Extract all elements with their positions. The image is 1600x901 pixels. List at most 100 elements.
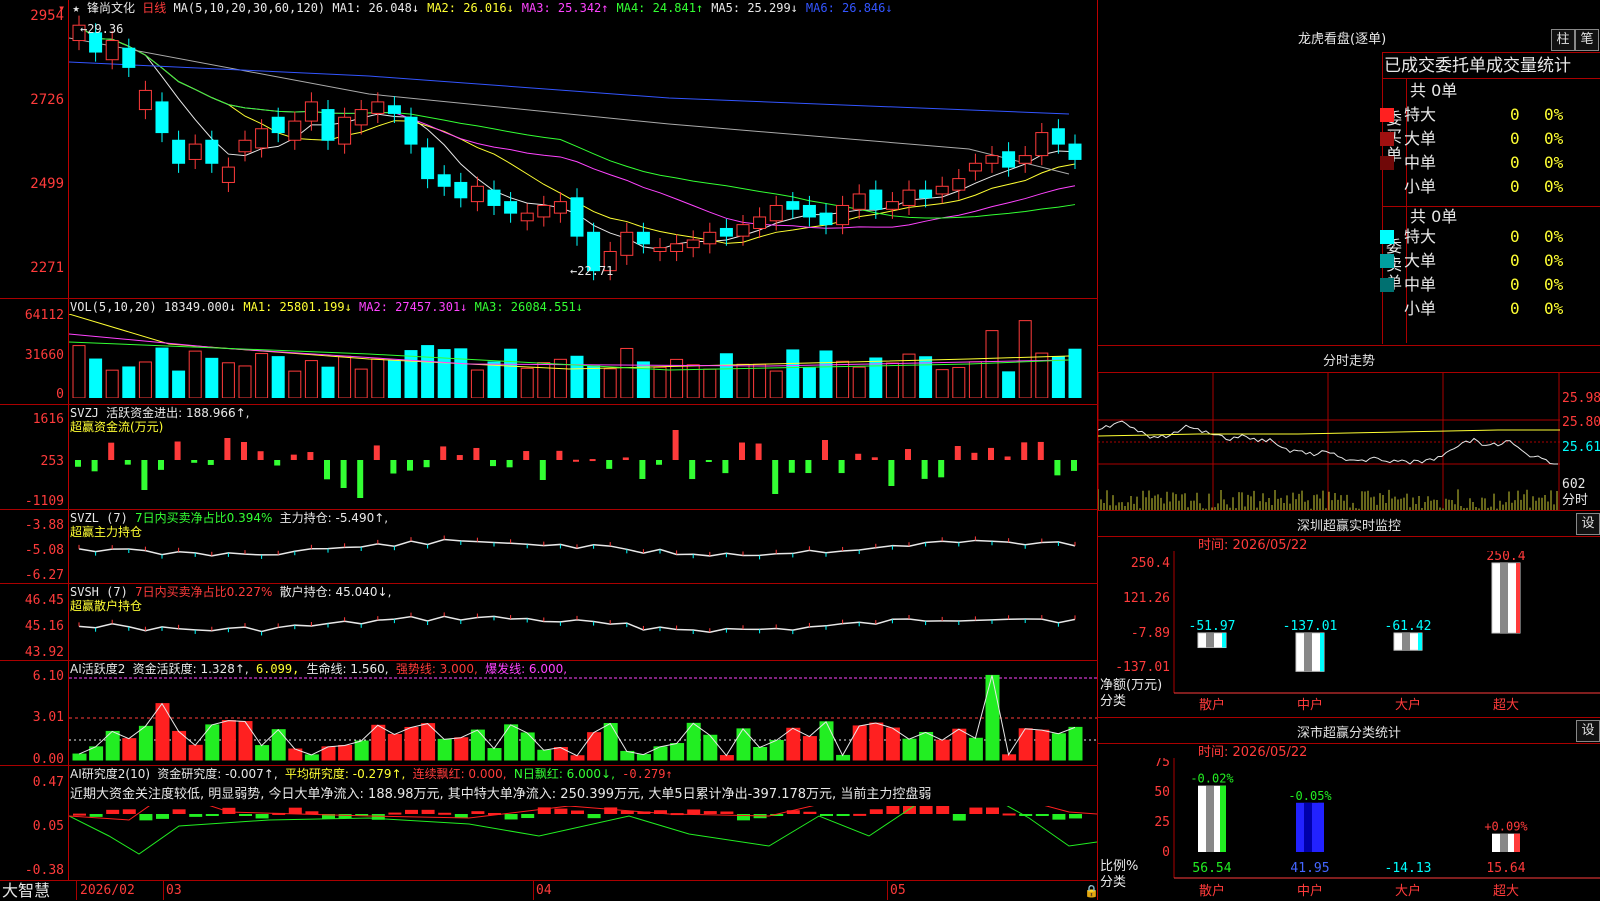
sz-class-title: 深市超赢分类统计 — [1296, 726, 1401, 741]
candle — [105, 40, 119, 61]
monitor-axis-label: -7.89 — [1131, 626, 1170, 641]
intraday-chart[interactable] — [1098, 372, 1560, 511]
low-price-mark: ←22.71 — [570, 264, 614, 278]
fund-flow-bar — [921, 460, 928, 479]
volume-bar — [122, 366, 136, 398]
candle — [919, 189, 933, 199]
fund-flow-bar — [556, 450, 563, 460]
date-label: 04 — [536, 883, 552, 898]
category-label: 中户 — [1297, 883, 1323, 899]
activity-bar — [487, 748, 502, 761]
stats-tabs[interactable]: 已成交委托单成交量统计 — [1384, 56, 1571, 76]
activity-bar — [520, 732, 535, 761]
intraday-axis-label: 25.80 — [1562, 415, 1600, 430]
fund-flow-bar — [357, 460, 364, 498]
fund-flow-bar — [639, 460, 646, 480]
row-count: 0 — [1510, 227, 1520, 246]
ratio-value-label: 41.95 — [1290, 861, 1329, 876]
ratio-bar-edge — [1220, 785, 1226, 852]
volume-chart[interactable] — [69, 314, 1097, 398]
activity-bar — [72, 753, 87, 761]
candle — [935, 185, 949, 195]
activity-bar — [952, 728, 967, 761]
research-bar — [720, 811, 734, 814]
category-label: 散户 — [1199, 697, 1225, 713]
high-price-mark: ←29.36 — [80, 22, 124, 36]
research-bar — [919, 806, 933, 814]
stock-name: 锋尚文化 — [86, 1, 135, 15]
candlestick-chart[interactable] — [69, 14, 1097, 298]
candle — [719, 227, 733, 237]
lock-icon[interactable]: 🔒 — [1084, 884, 1099, 898]
ai-activity-chart[interactable] — [69, 672, 1097, 764]
intraday-panel[interactable]: 分时走势 25.98 25.80 25.61 602 分时 — [1098, 345, 1600, 511]
vol-ma-line — [69, 341, 1070, 371]
activity-bar — [769, 739, 784, 761]
candle — [952, 178, 966, 191]
volume-bar — [935, 369, 949, 398]
sz-monitor-title: 深圳超赢实时监控 — [1296, 519, 1401, 534]
fund-flow-bar — [689, 460, 696, 480]
activity-bar — [255, 745, 270, 761]
volume-bar — [72, 345, 86, 398]
volume-bar — [271, 356, 285, 398]
fund-flow-bar — [75, 460, 81, 467]
period-label[interactable]: 日线 — [142, 1, 166, 15]
vol-ma1: MA1: 25801.199↓ — [243, 300, 352, 314]
activity-bar — [122, 738, 137, 761]
tick-view-button[interactable]: 笔 — [1575, 29, 1599, 51]
volume-bar — [1035, 352, 1049, 398]
research-bar — [703, 811, 717, 814]
fund-flow-bar — [805, 460, 812, 474]
activity-bar — [371, 724, 386, 761]
net-bar-shade — [1500, 563, 1508, 633]
fund-flow-bar — [307, 452, 314, 460]
ratio-value-label: 56.54 — [1192, 861, 1231, 876]
candle — [769, 204, 783, 222]
category-label: 中户 — [1297, 697, 1323, 713]
row-count: 0 — [1510, 153, 1520, 172]
vol-value: 18349.000↓ — [163, 300, 237, 314]
research-bar — [421, 809, 435, 814]
research-bar — [471, 811, 485, 814]
sell-total: 共 0单 — [1410, 207, 1458, 226]
svsh-axis-label: 43.92 — [24, 645, 64, 660]
candle — [902, 189, 916, 206]
candle — [404, 116, 418, 145]
research-bar — [687, 809, 701, 814]
color-swatch — [1380, 254, 1394, 268]
date-label: 03 — [166, 883, 182, 898]
fund-flow-bar — [390, 460, 397, 474]
favorite-star-icon[interactable]: ★ — [72, 1, 79, 15]
candle — [371, 101, 385, 114]
volume-bar — [371, 358, 385, 398]
fund-flow-bar — [191, 460, 198, 463]
candle — [487, 189, 501, 206]
research-bar — [405, 809, 418, 814]
sz-monitor-settings-button[interactable]: 设 — [1576, 513, 1600, 535]
volume-bar — [769, 370, 783, 398]
sz-class-settings-button[interactable]: 设 — [1576, 720, 1600, 742]
net-bar-shade — [1402, 633, 1410, 651]
activity-bar — [537, 749, 552, 761]
net-amount-bar-chart: 250.4 121.26 -7.89 -137.01 -51.97 散户 -137.01 中户… — [1100, 551, 1600, 713]
fund-flow-bar — [1054, 460, 1061, 476]
research-bar — [886, 806, 900, 814]
retail-holding-chart[interactable] — [69, 600, 1097, 658]
svzj-axis-label: 1616 — [32, 412, 64, 427]
row-label: 大单 — [1404, 251, 1437, 270]
volume-bar — [587, 365, 601, 398]
activity-bar — [404, 726, 419, 761]
ai-research-chart[interactable] — [69, 806, 1097, 878]
bar-view-button[interactable]: 柱 — [1551, 29, 1575, 51]
fund-flow-bar — [224, 438, 231, 460]
fund-flow-chart[interactable] — [69, 420, 1097, 508]
color-swatch — [1380, 132, 1394, 146]
research-bar — [388, 812, 402, 815]
volume-bar — [570, 355, 584, 398]
chart-area[interactable]: ▾ ★ 锋尚文化 日线 MA(5,10,20,30,60,120) MA1: 2… — [0, 0, 1099, 900]
research-bar — [986, 807, 999, 814]
panel-sep — [0, 583, 1098, 584]
research-bar — [1069, 814, 1082, 819]
main-holding-chart[interactable] — [69, 526, 1097, 582]
